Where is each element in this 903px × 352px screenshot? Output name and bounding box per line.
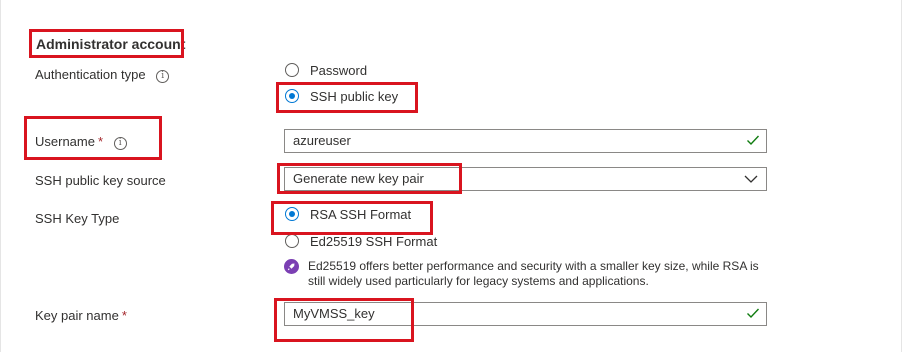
key-source-label: SSH public key source	[35, 173, 166, 188]
required-asterisk: *	[97, 134, 104, 149]
username-label-row: Username * i	[35, 134, 127, 150]
rocket-icon	[284, 259, 299, 274]
key-type-hint-text: Ed25519 offers better performance and se…	[308, 259, 759, 288]
required-asterisk: *	[121, 308, 127, 323]
section-title: Administrator account	[36, 36, 186, 52]
auth-type-label: Authentication type	[35, 67, 146, 82]
radio-label-ssh-public-key: SSH public key	[310, 89, 399, 104]
username-input[interactable]: azureuser	[284, 129, 767, 153]
valid-check-icon	[747, 135, 760, 146]
radio-button-ed25519[interactable]	[285, 234, 299, 248]
username-label: Username	[35, 134, 95, 149]
radio-button-rsa[interactable]	[285, 207, 299, 221]
key-pair-name-label-row: Key pair name *	[35, 308, 127, 323]
key-pair-name-input[interactable]: MyVMSS_key	[284, 302, 767, 326]
frame-border-left	[0, 0, 1, 352]
auth-type-label-row: Authentication type i	[35, 67, 170, 83]
radio-label-rsa: RSA SSH Format	[310, 207, 412, 222]
username-value: azureuser	[293, 133, 351, 148]
radio-label-password: Password	[310, 63, 368, 78]
info-icon[interactable]: i	[113, 137, 127, 150]
key-source-dropdown[interactable]: Generate new key pair	[284, 167, 767, 191]
key-source-selected-value: Generate new key pair	[293, 171, 424, 186]
radio-button-ssh-public-key[interactable]	[285, 89, 299, 103]
key-pair-name-value: MyVMSS_key	[293, 306, 375, 321]
radio-option-ssh-public-key[interactable]: SSH public key	[285, 88, 405, 106]
key-pair-name-label: Key pair name	[35, 308, 119, 323]
frame-border-right	[901, 0, 902, 352]
info-icon[interactable]: i	[156, 70, 170, 83]
radio-option-rsa[interactable]: RSA SSH Format	[285, 206, 425, 224]
radio-option-password[interactable]: Password	[285, 62, 385, 80]
chevron-down-icon	[744, 175, 758, 183]
key-type-label: SSH Key Type	[35, 211, 120, 226]
valid-check-icon	[747, 308, 760, 319]
radio-label-ed25519: Ed25519 SSH Format	[310, 234, 438, 249]
radio-button-password[interactable]	[285, 63, 299, 77]
radio-option-ed25519[interactable]: Ed25519 SSH Format	[285, 233, 445, 251]
